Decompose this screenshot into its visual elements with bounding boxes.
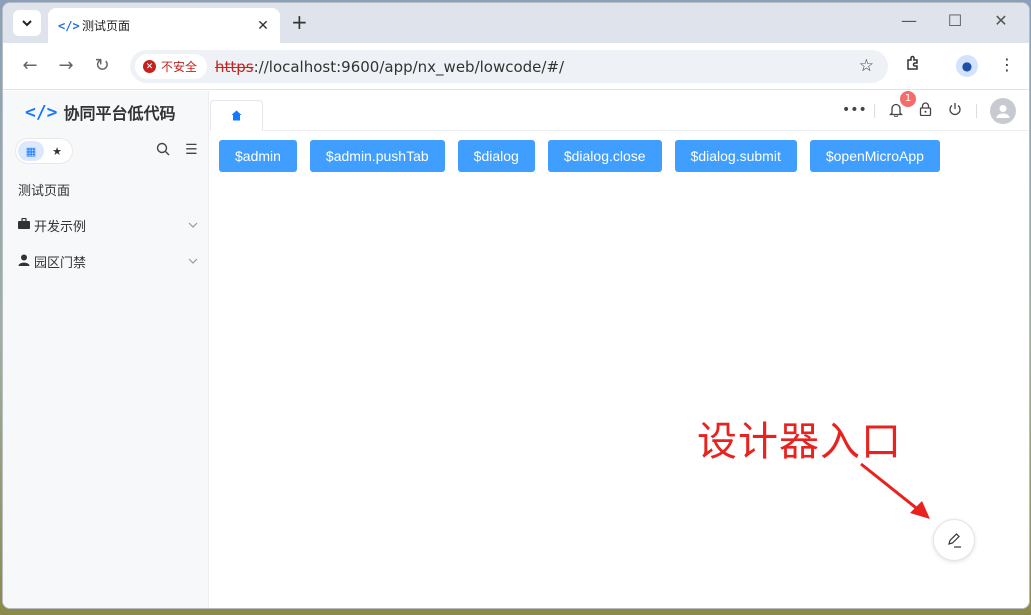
person-icon [18, 254, 34, 269]
app-root: </> 协同平台低代码 ▦ ★ ☰ 测试页面 开发示例 园区门禁 ••• 1 $… [3, 91, 1029, 608]
open-micro-app-button[interactable]: $openMicroApp [809, 140, 940, 172]
app-header: ••• 1 [210, 91, 1029, 131]
sidebar-item-park-access[interactable]: 园区门禁 [18, 251, 198, 271]
chevron-down-icon [188, 220, 198, 231]
admin-pushtab-button[interactable]: $admin.pushTab [309, 140, 445, 172]
bell-icon[interactable] [888, 102, 904, 121]
power-icon[interactable] [948, 102, 962, 120]
designer-entry-annotation: 设计器入口 [697, 419, 902, 465]
address-bar[interactable]: ✕ 不安全 https://localhost:9600/app/nx_web/… [130, 50, 888, 83]
url-text[interactable]: https://localhost:9600/app/nx_web/lowcod… [215, 58, 564, 76]
forward-icon[interactable]: → [54, 55, 78, 76]
search-icon[interactable] [156, 142, 170, 160]
browser-toolbar: ← → ↻ ✕ 不安全 https://localhost:9600/app/n… [3, 43, 1029, 90]
url-path: ://localhost:9600/app/nx_web/lowcode/#/ [253, 58, 565, 76]
notification-badge: 1 [900, 91, 916, 107]
brand-title: 协同平台低代码 [63, 104, 176, 123]
new-tab-button[interactable]: + [291, 11, 308, 33]
minimize-icon[interactable]: — [889, 11, 929, 30]
brand-logo[interactable]: </> 协同平台低代码 [25, 100, 176, 124]
edit-pen-icon [948, 533, 961, 548]
dialog-close-button[interactable]: $dialog.close [547, 140, 662, 172]
url-scheme: https [215, 58, 254, 76]
grid-icon[interactable]: ▦ [18, 141, 44, 161]
reload-icon[interactable]: ↻ [90, 55, 114, 76]
sidebar-item-test-page[interactable]: 测试页面 [18, 179, 198, 199]
back-icon[interactable]: ← [18, 55, 42, 76]
security-label: 不安全 [161, 60, 198, 74]
dialog-button[interactable]: $dialog [457, 140, 535, 172]
bookmark-star-icon[interactable]: ☆ [859, 56, 874, 76]
designer-entry-button[interactable] [933, 519, 975, 561]
sidebar-item-label: 开发示例 [34, 219, 87, 235]
divider [976, 104, 977, 118]
briefcase-icon [18, 217, 34, 232]
warning-icon: ✕ [143, 60, 156, 73]
sidebar-item-label: 测试页面 [18, 183, 71, 199]
tab-home[interactable] [210, 100, 263, 131]
annotation-arrow-icon [860, 462, 930, 519]
code-logo-icon: </> [25, 101, 58, 123]
more-menu-icon[interactable]: ⋮ [999, 55, 1015, 74]
avatar[interactable] [990, 98, 1016, 124]
collapse-menu-icon[interactable]: ☰ [185, 142, 198, 158]
tab-search-button[interactable] [13, 10, 41, 36]
dialog-submit-button[interactable]: $dialog.submit [674, 140, 797, 172]
extensions-icon[interactable] [905, 55, 921, 75]
menu-mode-switch[interactable]: ▦ ★ [15, 138, 73, 164]
sidebar-item-dev-examples[interactable]: 开发示例 [18, 215, 198, 235]
browser-window: </> 测试页面 ✕ + — ☐ ✕ ← → ↻ ✕ 不安全 https://l… [2, 2, 1030, 609]
code-icon: </> [58, 18, 80, 33]
api-button-row: $admin $admin.pushTab $dialog $dialog.cl… [219, 140, 940, 172]
tab-title: 测试页面 [82, 19, 131, 33]
favorite-star-icon[interactable]: ★ [44, 141, 70, 161]
sidebar: </> 协同平台低代码 ▦ ★ ☰ 测试页面 开发示例 园区门禁 [3, 91, 209, 608]
security-chip[interactable]: ✕ 不安全 [135, 54, 208, 79]
close-window-icon[interactable]: ✕ [981, 11, 1021, 30]
lock-icon[interactable] [919, 102, 932, 120]
sidebar-item-label: 园区门禁 [34, 255, 87, 271]
home-icon [231, 110, 242, 121]
browser-tab[interactable]: </> 测试页面 ✕ [48, 8, 280, 43]
divider [874, 104, 875, 118]
more-horizontal-icon[interactable]: ••• [842, 102, 867, 118]
tab-strip: </> 测试页面 ✕ + — ☐ ✕ [3, 3, 1029, 43]
close-icon[interactable]: ✕ [256, 18, 270, 34]
admin-button[interactable]: $admin [219, 140, 297, 172]
chevron-down-icon [188, 256, 198, 267]
profile-icon[interactable]: ● [956, 55, 978, 77]
maximize-icon[interactable]: ☐ [935, 11, 975, 30]
